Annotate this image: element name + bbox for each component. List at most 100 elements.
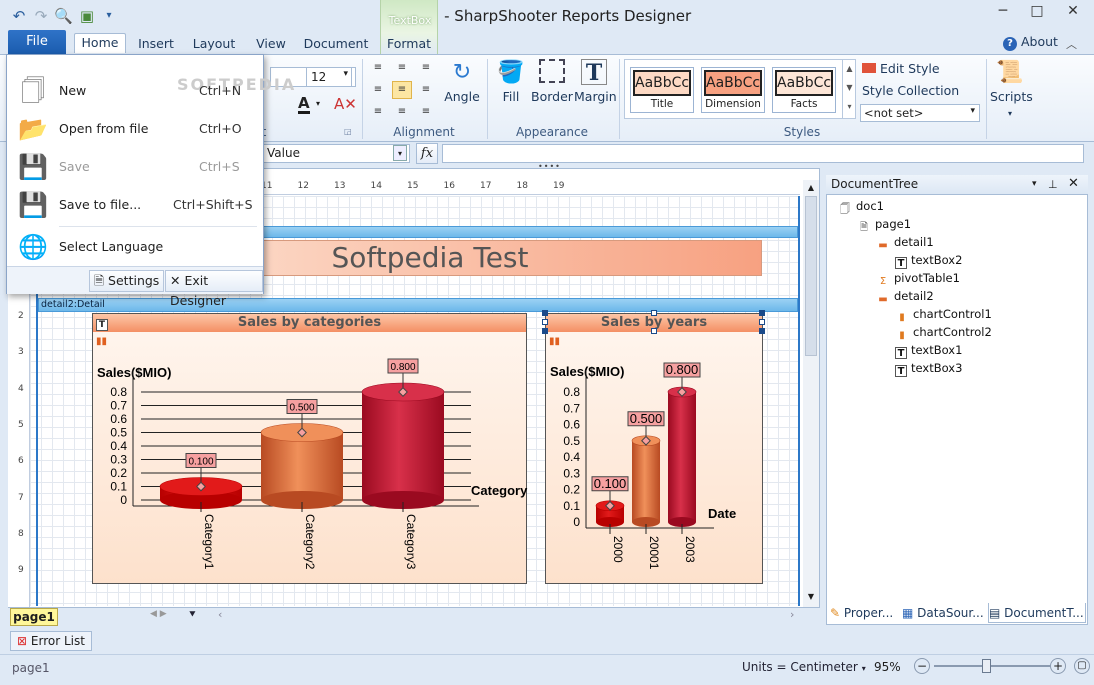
- maximize-button[interactable]: □: [1020, 0, 1054, 22]
- tree-node[interactable]: TtextBox2: [895, 253, 962, 269]
- gallery-scroll[interactable]: ▲ ▼ ▾: [842, 59, 856, 119]
- error-list-tab[interactable]: ⊠ Error List: [10, 631, 92, 651]
- chart-control-2[interactable]: Sales by years ▮▮ Sales($MIO) 0.8 0.7 0.6 0.…: [545, 313, 763, 584]
- fx-button[interactable]: fx: [416, 143, 438, 164]
- zoom-in-button[interactable]: +: [1050, 658, 1066, 674]
- style-facts[interactable]: AaBbCc Facts: [772, 67, 836, 113]
- tab-format[interactable]: Format: [382, 35, 436, 55]
- align-top-center-icon[interactable]: ≡: [392, 59, 412, 77]
- tab-nav-left-icon[interactable]: ◀ ▶: [150, 609, 167, 619]
- align-top-left-icon[interactable]: ≡: [368, 59, 388, 77]
- formula-input[interactable]: [442, 144, 1084, 163]
- alignment-group-label: Alignment: [393, 125, 455, 139]
- selection-handle[interactable]: [542, 310, 548, 316]
- selection-handle[interactable]: [651, 310, 657, 316]
- scripts-button[interactable]: 📜 Scripts ▾: [990, 59, 1033, 119]
- field-select[interactable]: Value ▾: [262, 144, 410, 163]
- check-icon[interactable]: ▣: [78, 7, 96, 25]
- redo-icon[interactable]: ↷: [32, 7, 50, 25]
- tree-node[interactable]: ▬ detail1: [876, 235, 933, 253]
- panel-dropdown-icon[interactable]: ▾: [1032, 175, 1037, 194]
- tree-node[interactable]: ΣpivotTable1: [876, 271, 960, 289]
- undo-icon[interactable]: ↶: [10, 7, 28, 25]
- y-tick-label: 0.4: [563, 450, 580, 464]
- x-tick-label: Category1: [202, 514, 216, 570]
- tab-file[interactable]: File: [8, 30, 66, 54]
- scroll-thumb[interactable]: [805, 196, 817, 356]
- ruler-tick: 9: [18, 565, 24, 576]
- collapse-ribbon-icon[interactable]: ︿: [1066, 36, 1077, 52]
- units-select[interactable]: Units = Centimeter ▾: [742, 660, 866, 674]
- minimize-button[interactable]: ─: [986, 0, 1020, 22]
- clear-format-icon[interactable]: A✕: [334, 95, 357, 113]
- margin-button[interactable]: T Margin: [574, 59, 617, 104]
- dialog-launcher-icon[interactable]: ◲: [344, 127, 352, 136]
- zoom-slider-thumb[interactable]: [982, 659, 991, 673]
- qat-dropdown-icon[interactable]: ▾: [100, 7, 118, 25]
- menu-item-new[interactable]: 🗍 New Ctrl+N: [13, 74, 257, 108]
- align-middle-left-icon[interactable]: ≡: [368, 81, 388, 99]
- fill-button[interactable]: 🪣 Fill: [492, 59, 530, 104]
- tab-document[interactable]: Document: [302, 35, 370, 55]
- style-title[interactable]: AaBbCc Title: [630, 67, 694, 113]
- scroll-down-icon[interactable]: ▼: [804, 592, 818, 604]
- exit-designer-button[interactable]: ✕ Exit Designer: [165, 270, 263, 308]
- tab-view[interactable]: View: [252, 35, 290, 55]
- align-bottom-center-icon[interactable]: ≡: [392, 103, 412, 121]
- close-button[interactable]: ✕: [1054, 0, 1092, 22]
- align-bottom-right-icon[interactable]: ≡: [416, 103, 436, 121]
- tree-node[interactable]: ▮ chartControl1: [895, 307, 992, 325]
- selection-handle[interactable]: [759, 319, 765, 325]
- tree-node[interactable]: TtextBox1: [895, 343, 962, 359]
- menu-item-save-as[interactable]: 💾 Save to file... Ctrl+Shift+S: [13, 188, 257, 222]
- tree-node[interactable]: ▮ chartControl2: [895, 325, 992, 343]
- chart-control-1[interactable]: Sales by categories T ▮▮ Sales($MIO) 0.8 0…: [92, 313, 528, 584]
- tab-home[interactable]: Home: [74, 33, 126, 53]
- zoom-fit-button[interactable]: ▢: [1074, 658, 1090, 674]
- tab-datasources[interactable]: ▦ DataSour...: [902, 603, 986, 623]
- band-detail2[interactable]: detail2:Detail: [38, 298, 798, 312]
- hscroll-left-icon[interactable]: ‹: [218, 608, 222, 621]
- zoom-out-button[interactable]: −: [914, 658, 930, 674]
- tree-node[interactable]: 🗎 page1: [857, 217, 911, 235]
- panel-close-icon[interactable]: ✕: [1068, 174, 1079, 193]
- font-size-select[interactable]: 12 ▾: [306, 67, 352, 87]
- border-button[interactable]: Border: [530, 59, 574, 104]
- menu-item-open[interactable]: 📂 Open from file Ctrl+O: [13, 112, 257, 146]
- menu-item-save[interactable]: 💾 Save Ctrl+S: [13, 150, 257, 184]
- page-tab[interactable]: page1: [10, 608, 58, 626]
- preview-icon[interactable]: 🔍: [54, 7, 73, 25]
- styles-group-label: Styles: [783, 125, 821, 139]
- zoom-slider-track[interactable]: [934, 665, 1050, 667]
- hscroll-right-icon[interactable]: ›: [790, 608, 794, 621]
- settings-button[interactable]: 🗎 Settings: [89, 270, 165, 292]
- align-bottom-left-icon[interactable]: ≡: [368, 103, 388, 121]
- tree-node[interactable]: TtextBox3: [895, 361, 962, 377]
- font-color-icon[interactable]: A: [298, 95, 310, 114]
- selection-handle[interactable]: [542, 328, 548, 334]
- tab-insert[interactable]: Insert: [134, 35, 178, 55]
- angle-button[interactable]: ↻ Angle: [442, 59, 482, 104]
- style-dimension[interactable]: AaBbCc Dimension: [701, 67, 765, 113]
- selection-handle[interactable]: [651, 328, 657, 334]
- style-collection-select[interactable]: <not set> ▾: [860, 104, 980, 122]
- pin-icon[interactable]: ⊥: [1048, 175, 1058, 194]
- align-middle-right-icon[interactable]: ≡: [416, 81, 436, 99]
- align-top-right-icon[interactable]: ≡: [416, 59, 436, 77]
- tab-properties[interactable]: ✎ Proper...: [830, 603, 900, 623]
- tab-documenttree[interactable]: ▤ DocumentT...: [988, 603, 1086, 623]
- vertical-scrollbar[interactable]: ▲ ▼: [803, 180, 819, 607]
- edit-style-button[interactable]: Edit Style: [862, 61, 940, 76]
- selection-handle[interactable]: [759, 328, 765, 334]
- selection-handle[interactable]: [759, 310, 765, 316]
- about-button[interactable]: ? About: [1003, 34, 1058, 51]
- selection-handle[interactable]: [542, 319, 548, 325]
- font-color-dropdown-icon[interactable]: ▾: [316, 99, 320, 108]
- scroll-up-icon[interactable]: ▲: [804, 183, 818, 195]
- tab-menu-icon[interactable]: ⯆: [188, 608, 197, 622]
- align-middle-center-icon[interactable]: ≡: [392, 81, 412, 99]
- tree-node[interactable]: 🗍 doc1: [838, 199, 884, 217]
- tree-node[interactable]: ▬ detail2: [876, 289, 933, 307]
- tab-layout[interactable]: Layout: [190, 35, 238, 55]
- menu-item-select-language[interactable]: 🌐 Select Language: [13, 230, 257, 264]
